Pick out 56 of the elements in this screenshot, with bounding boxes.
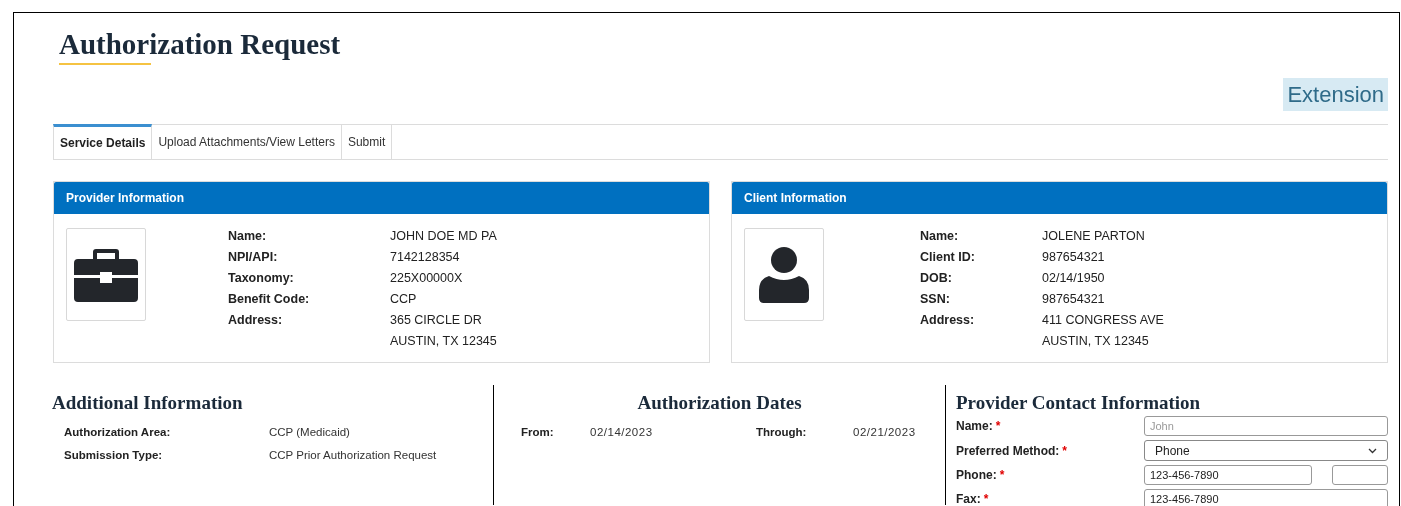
field-value: 02/14/1950 [1042,270,1106,287]
field-value: 987654321 [1042,291,1106,308]
field-label: Preferred Method: [956,442,1060,460]
field-label: Address: [920,312,976,329]
tab[interactable]: Service Details [53,124,153,159]
field-label: Taxonomy: [228,270,295,287]
field-label: From: [521,425,555,440]
field-value: 02/21/2023 [853,425,916,440]
tab[interactable]: Submit [341,125,393,159]
dropdown[interactable]: Phone [1144,440,1388,461]
field-value: 987654321 [1042,249,1106,266]
field-value: 365 CIRCLE DR [390,312,483,329]
field-value: AUSTIN, TX 12345 [1042,333,1150,350]
field-label: Address: [228,312,284,329]
page-title: Authorization Request [59,27,341,61]
section-heading: Authorization Dates [636,391,803,415]
extension-field[interactable] [1332,465,1388,485]
input-field[interactable]: John [1144,416,1388,436]
field-value: CCP (Medicaid) [269,425,351,440]
tab[interactable]: Upload Attachments/View Letters [152,125,342,159]
field-value: AUSTIN, TX 12345 [390,333,497,350]
required-mark: * [1062,442,1068,460]
field-label: Name: [956,418,993,435]
field-value: JOLENE PARTON [1042,228,1146,245]
panel-header: Client Information [732,182,1387,214]
field-label: SSN: [920,291,951,308]
field-label: Name: [228,228,268,245]
field-value: CCP Prior Authorization Request [269,448,438,463]
field-value: CCP [390,291,418,308]
field-label: Client ID: [920,249,976,266]
input-field[interactable]: 123-456-7890 [1144,489,1388,506]
extension-badge: Extension [1283,78,1388,111]
field-value: 02/14/2023 [590,425,653,440]
panel-header: Provider Information [54,182,709,214]
field-label: Through: [756,425,808,440]
field-value: JOHN DOE MD PA [390,228,497,245]
required-mark: * [995,418,1001,435]
field-label: NPI/API: [228,249,279,266]
field-label: Authorization Area: [64,425,172,440]
field-label: Name: [920,228,960,245]
person-icon [759,246,809,303]
section-heading: Provider Contact Information [956,391,1202,415]
field-label: Phone: [956,467,997,484]
field-value: 7142128354 [390,249,461,266]
required-mark: * [983,491,989,506]
field-label: Fax: [956,491,981,506]
field-label: DOB: [920,270,953,287]
required-mark: * [999,467,1005,484]
field-label: Benefit Code: [228,291,311,308]
field-value: 225X00000X [390,270,464,287]
field-label: Submission Type: [64,448,164,463]
briefcase-icon [74,246,138,303]
section-heading: Additional Information [52,391,244,415]
field-value: 411 CONGRESS AVE [1042,312,1164,329]
input-field[interactable]: 123-456-7890 [1144,465,1312,485]
chevron-down-icon [1368,447,1377,454]
